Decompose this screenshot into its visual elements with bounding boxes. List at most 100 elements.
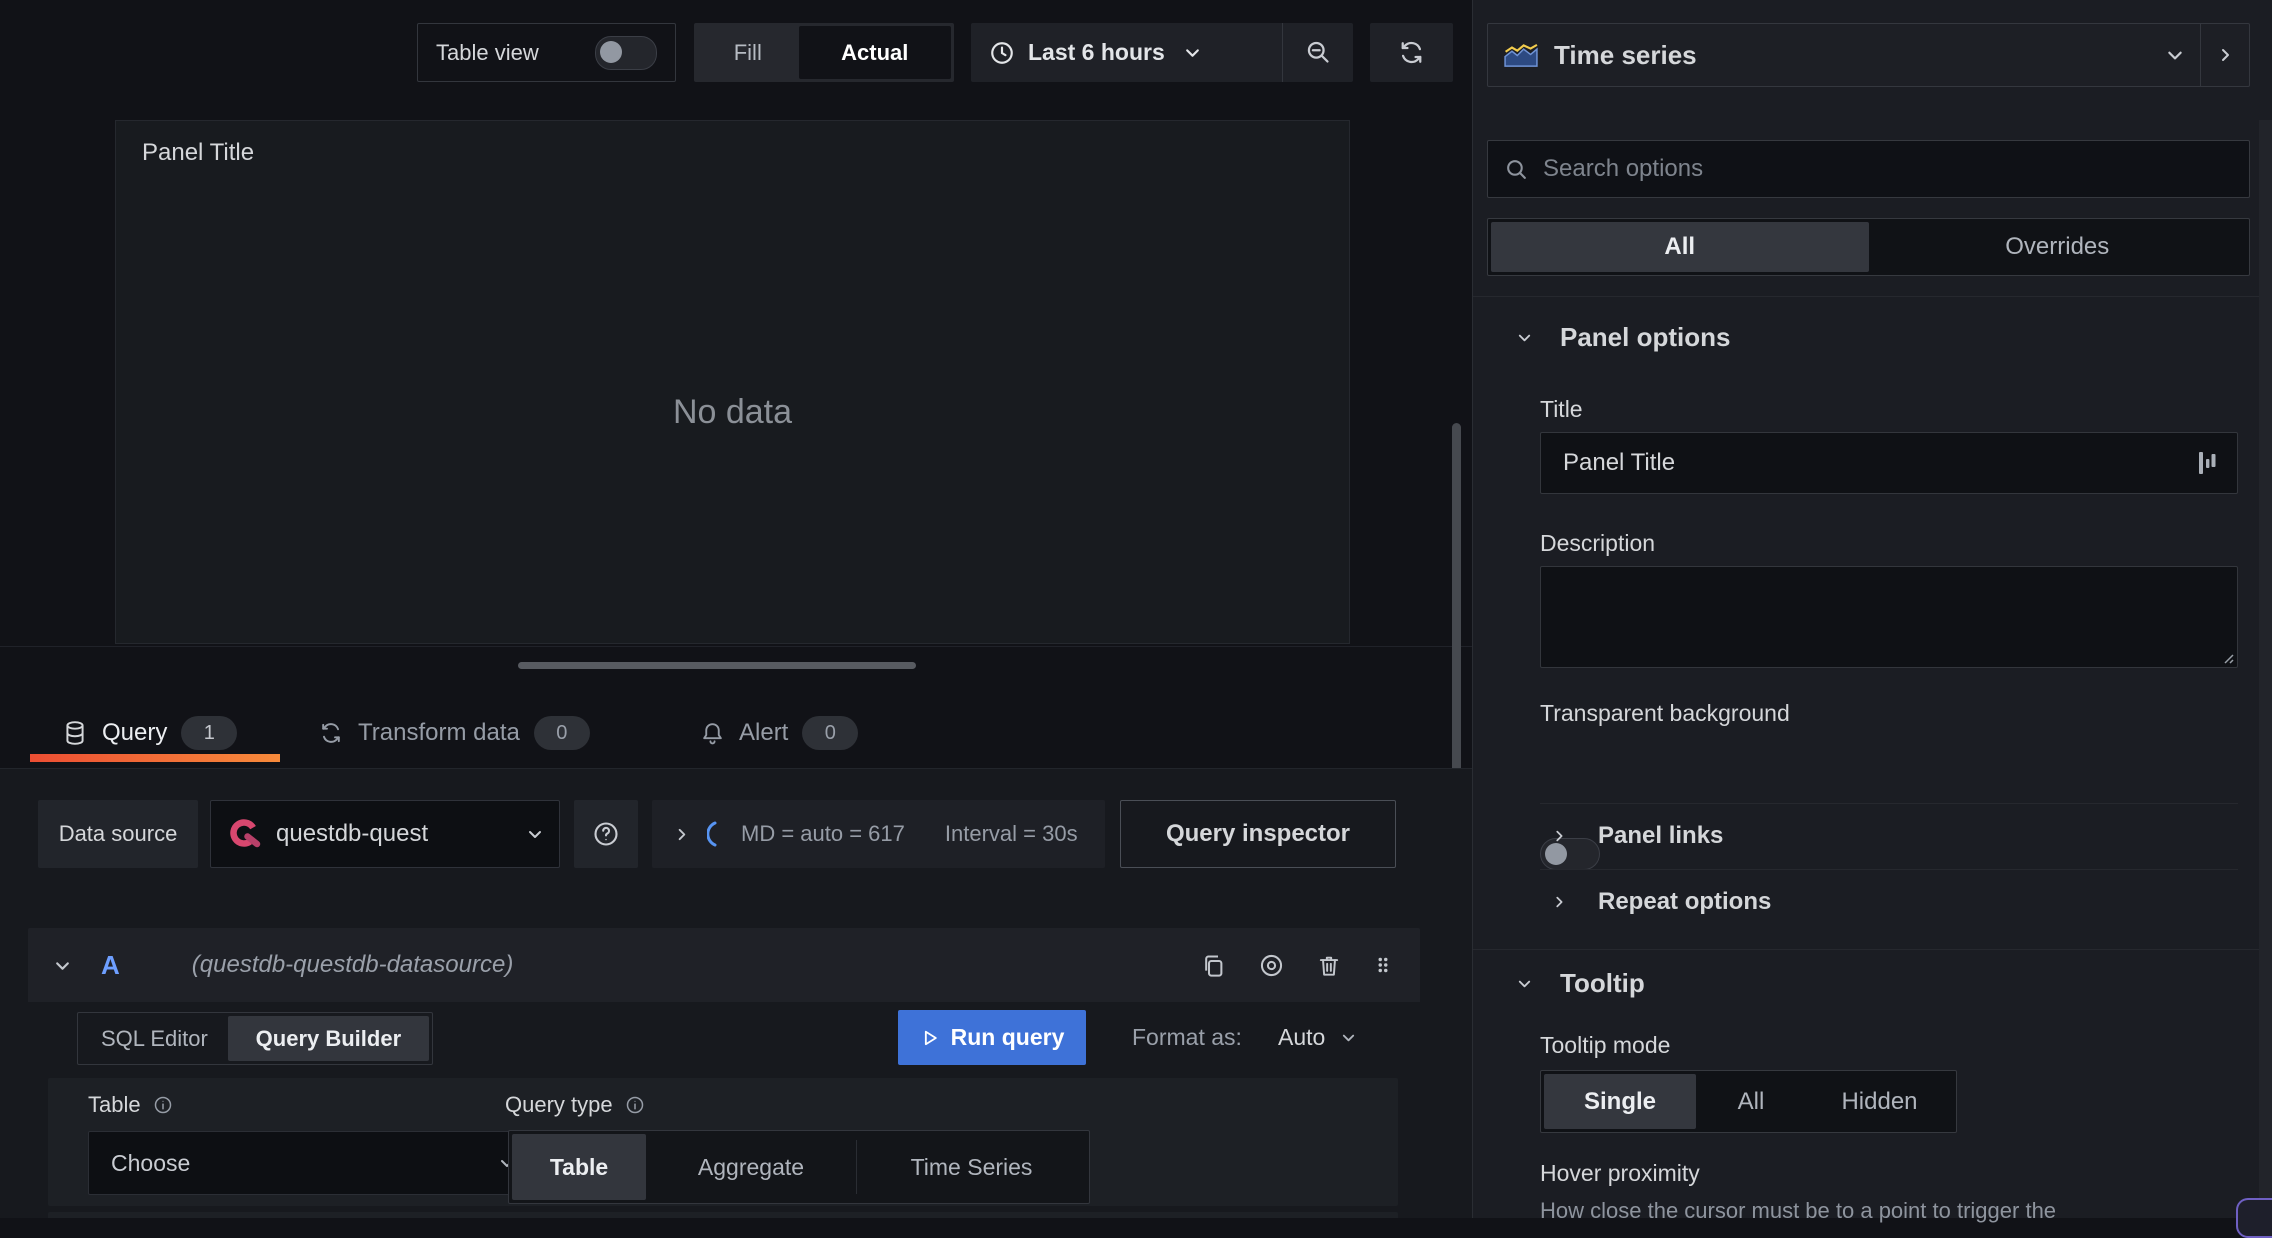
table-select[interactable]: Choose <box>88 1131 538 1195</box>
left-vertical-scrollbar[interactable] <box>1452 423 1461 803</box>
chevron-down-icon <box>1341 1030 1356 1045</box>
visualization-name: Time series <box>1554 39 1697 70</box>
chevron-down-icon <box>1517 330 1532 345</box>
tooltip-section-header[interactable]: Tooltip <box>1517 968 1645 999</box>
chevron-down-icon <box>527 826 543 842</box>
options-search[interactable] <box>1487 140 2250 198</box>
tab-query-label: Query <box>102 719 168 746</box>
panel-header-title[interactable]: Panel Title <box>142 139 254 167</box>
magnifier-minus-icon <box>1305 39 1332 66</box>
panel-title-field[interactable] <box>1540 432 2238 494</box>
table-view-toggle-button[interactable]: Table view <box>417 23 676 82</box>
database-icon <box>62 719 88 747</box>
panel-description-input[interactable] <box>1541 567 2237 667</box>
query-datasource-hint: (questdb-questdb-datasource) <box>191 951 514 978</box>
query-type-switch: Table Aggregate Time Series <box>508 1130 1090 1204</box>
visualization-select[interactable]: Time series <box>1488 40 2200 71</box>
tooltip-mode-all[interactable]: All <box>1696 1074 1806 1129</box>
query-options-summary[interactable]: MD = auto = 617 Interval = 30s <box>652 800 1105 868</box>
editor-mode-switch: SQL Editor Query Builder <box>77 1012 433 1065</box>
refresh-dashboard-button[interactable] <box>1370 23 1453 82</box>
tooltip-mode-switch: Single All Hidden <box>1540 1070 1957 1133</box>
chevron-down-icon <box>1517 976 1532 991</box>
panel-description-field[interactable] <box>1540 566 2238 668</box>
table-view-label: Table view <box>436 39 539 65</box>
zoom-out-time-range-button[interactable] <box>1283 23 1353 82</box>
datasource-picker[interactable]: questdb-quest <box>210 800 560 868</box>
title-field-label: Title <box>1540 396 1583 422</box>
table-view-toggle[interactable] <box>595 35 657 70</box>
query-ref-id: A <box>101 949 120 980</box>
collapse-chevron-down-icon[interactable] <box>54 957 71 974</box>
query-type-table[interactable]: Table <box>512 1134 646 1200</box>
info-circle-icon[interactable] <box>625 1095 645 1115</box>
tooltip-mode-single[interactable]: Single <box>1544 1074 1696 1129</box>
chevron-right-icon <box>1552 829 1566 843</box>
time-range-label: Last 6 hours <box>1028 39 1165 65</box>
questdb-logo-icon <box>227 816 263 852</box>
fill-option[interactable]: Fill <box>697 26 799 79</box>
format-as-select[interactable]: Auto <box>1278 1024 1356 1051</box>
max-datapoints-summary: MD = auto = 617 <box>741 821 905 846</box>
repeat-options-section-header[interactable]: Repeat options <box>1552 888 1771 916</box>
tab-alert[interactable]: Alert 0 <box>700 700 859 766</box>
chevron-down-icon <box>1184 44 1201 61</box>
question-circle-icon <box>592 820 620 848</box>
time-range-button[interactable]: Last 6 hours <box>971 23 1282 82</box>
panel-preview[interactable]: Panel Title No data <box>115 120 1350 644</box>
query-row-header[interactable]: A (questdb-questdb-datasource) <box>28 928 1420 1002</box>
query-builder-panel: Table Query type Choose Table Aggregate … <box>48 1078 1398 1206</box>
panel-options-section-header[interactable]: Panel options <box>1517 322 1730 353</box>
divider <box>1473 296 2272 297</box>
interval-summary: Interval = 30s <box>944 821 1078 846</box>
info-circle-icon[interactable] <box>153 1095 173 1115</box>
play-icon <box>920 1027 940 1049</box>
options-search-input[interactable] <box>1541 154 2233 184</box>
suggestions-bars-icon[interactable] <box>2197 449 2217 477</box>
chevron-right-icon <box>674 827 689 842</box>
divider <box>1540 869 2238 870</box>
no-data-message: No data <box>672 393 793 431</box>
panel-links-section-header[interactable]: Panel links <box>1552 822 1723 850</box>
datasource-name: questdb-quest <box>276 820 429 847</box>
query-type-time-series[interactable]: Time Series <box>857 1134 1086 1200</box>
filter-overrides-tab[interactable]: Overrides <box>1869 222 2247 272</box>
tab-alert-count: 0 <box>802 716 859 750</box>
drag-handle-icon[interactable] <box>1372 951 1394 979</box>
fill-actual-switch: Fill Actual <box>694 23 954 82</box>
right-scrollbar-track[interactable] <box>2259 120 2272 1218</box>
hover-proximity-description: How close the cursor must be to a point … <box>1540 1198 2057 1223</box>
panel-title-input[interactable] <box>1561 448 2197 478</box>
query-inspector-button[interactable]: Query inspector <box>1120 800 1396 868</box>
format-as-label: Format as: <box>1132 1024 1242 1050</box>
tab-transform-data[interactable]: Transform data 0 <box>318 700 590 766</box>
chevron-down-icon <box>2166 46 2184 64</box>
query-type-aggregate[interactable]: Aggregate <box>646 1134 856 1200</box>
transparent-background-label: Transparent background <box>1540 700 1790 726</box>
hide-query-eye-icon[interactable] <box>1257 952 1286 979</box>
actual-option[interactable]: Actual <box>798 26 951 79</box>
filter-all-tab[interactable]: All <box>1491 222 1869 272</box>
resize-handle-icon[interactable] <box>2220 650 2234 664</box>
search-icon <box>1504 157 1529 182</box>
run-query-button[interactable]: Run query <box>898 1010 1086 1065</box>
divider <box>1473 949 2272 950</box>
collapse-options-pane-button[interactable] <box>2201 24 2249 86</box>
horizontal-scrollbar[interactable] <box>518 662 916 669</box>
datasource-help-button[interactable] <box>574 800 638 868</box>
tab-transform-label: Transform data <box>358 719 520 746</box>
tab-transform-count: 0 <box>533 716 590 750</box>
sql-editor-option[interactable]: SQL Editor <box>81 1016 228 1061</box>
tooltip-mode-hidden[interactable]: Hidden <box>1806 1074 1953 1129</box>
pane-resize-divider[interactable] <box>0 646 1472 647</box>
toggle-knob <box>600 40 622 63</box>
duplicate-query-icon[interactable] <box>1200 952 1227 979</box>
query-builder-option[interactable]: Query Builder <box>227 1016 429 1061</box>
query-type-field-label: Query type <box>505 1092 645 1118</box>
corner-widget-fragment[interactable] <box>2236 1198 2272 1238</box>
description-field-label: Description <box>1540 530 1656 556</box>
tab-query-count: 1 <box>181 716 238 750</box>
delete-query-trash-icon[interactable] <box>1316 952 1342 979</box>
datasource-label: Data source <box>38 800 198 868</box>
loading-spinner-fragment <box>707 821 717 847</box>
